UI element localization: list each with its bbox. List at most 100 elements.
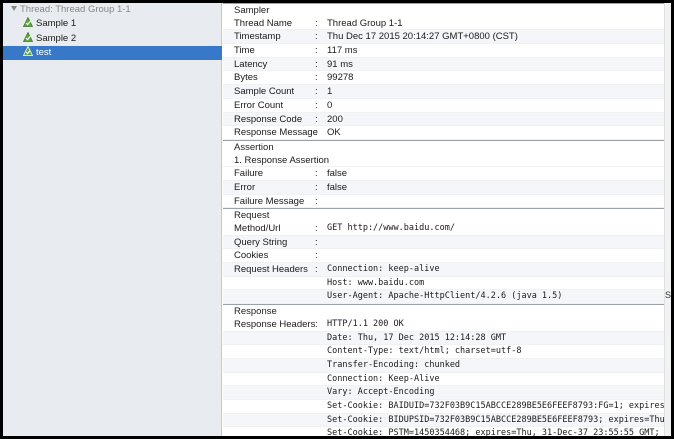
row-key: Failure [234, 168, 264, 180]
row-separator: : [315, 99, 318, 111]
row-value: false [327, 181, 348, 193]
row-value: Date: Thu, 17 Dec 2015 12:14:28 GMT [327, 332, 507, 343]
stray-character: S [665, 290, 671, 300]
row-key: Sample Count [234, 86, 295, 98]
section-request: Request [223, 208, 671, 222]
row-key: Request Headers [234, 264, 308, 276]
row-value: 117 ms [327, 45, 358, 57]
row-separator: : [315, 318, 318, 330]
success-icon [23, 17, 33, 27]
result-row: Response Code:200 [223, 112, 671, 127]
result-row: Transfer-Encoding: chunked [223, 358, 671, 373]
section-response: Response [223, 304, 671, 318]
row-value: GET http://www.baidu.com/ [327, 223, 455, 233]
result-row: Error: false [223, 180, 671, 195]
row-value: Thu Dec 17 2015 20:14:27 GMT+0800 (CST) [327, 31, 518, 43]
result-row: Error Count:0 [223, 99, 671, 113]
result-row: User-Agent: Apache-HttpClient/4.2.6 (jav… [223, 290, 671, 305]
row-value: 0 [327, 99, 333, 111]
row-value: Connection: Keep-Alive [327, 373, 440, 384]
result-row: Failure Message: [223, 195, 671, 209]
row-separator: : [315, 58, 318, 70]
row-value: Content-Type: text/html; charset=utf-8 [327, 346, 522, 357]
row-value: false [327, 168, 348, 180]
row-value: 200 [327, 113, 343, 125]
row-key: Thread Name [234, 17, 293, 29]
row-key: Error Count [234, 99, 284, 111]
row-value: Transfer-Encoding: chunked [327, 359, 461, 370]
row-separator: : [315, 264, 318, 276]
row-value: Set-Cookie: BIDUPSID=732F03B9C15ABCCE289… [327, 414, 665, 425]
result-row: Query String: [223, 235, 671, 250]
row-key: Response Headers [234, 318, 316, 330]
success-icon [23, 32, 33, 42]
row-key: Method/Url [234, 223, 281, 234]
assertion-name-row: 1. Response Assertion [223, 154, 671, 168]
row-key: Timestamp [234, 31, 281, 43]
row-value: Thread Group 1-1 [327, 17, 403, 29]
row-separator: : [315, 250, 318, 262]
results-tree[interactable]: Thread: Thread Group 1-1 Sample 1 Sample… [3, 3, 222, 436]
tree-root[interactable]: Thread: Thread Group 1-1 [3, 3, 222, 17]
result-row: Thread Name: Thread Group 1-1 [223, 17, 671, 31]
window-frame: Thread: Thread Group 1-1 Sample 1 Sample… [3, 3, 671, 436]
row-separator: : [315, 17, 318, 29]
row-separator: : [315, 181, 318, 193]
result-row: Vary: Accept-Encoding [223, 386, 671, 400]
result-row: Response Message: OK [223, 126, 671, 140]
row-value: 1 [327, 86, 333, 98]
row-separator: : [315, 113, 318, 125]
result-row: Content-Type: text/html; charset=utf-8 [223, 345, 671, 359]
row-value: OK [327, 127, 341, 139]
row-separator: : [315, 45, 318, 57]
row-separator: : [315, 72, 318, 84]
result-row: Cookies: [223, 249, 671, 264]
tree-item-test[interactable]: test [3, 46, 222, 60]
result-row: Connection: Keep-Alive [223, 373, 671, 387]
row-value: Host: www.baidu.com [327, 277, 425, 288]
row-key: Bytes [234, 72, 258, 84]
row-value: 91 ms [327, 58, 353, 70]
tree-item-label: Sample 1 [36, 18, 77, 29]
result-row: Latency:91 ms [223, 57, 671, 72]
tree-item-sample-2[interactable]: Sample 2 [3, 32, 222, 46]
tree-root-label: Thread: Thread Group 1-1 [20, 4, 131, 15]
expand-triangle-icon[interactable] [11, 6, 17, 11]
row-value: HTTP/1.1 200 OK [327, 318, 404, 329]
row-key: Cookies [234, 250, 269, 262]
row-separator: : [315, 195, 318, 207]
row-separator: : [315, 127, 318, 139]
result-row: Sample Count:1 [223, 85, 671, 99]
result-row: Method/Url: GET http://www.baidu.com/ [223, 222, 671, 236]
result-row: Set-Cookie: BAIDUID=732F03B9C15ABCCE289B… [223, 400, 671, 414]
row-separator: : [315, 168, 318, 180]
result-row: Failure: false [223, 167, 671, 181]
result-row: Timestamp: Thu Dec 17 2015 20:14:27 GMT+0… [223, 30, 671, 45]
result-row: Response Headers: HTTP/1.1 200 OK [223, 318, 671, 332]
tree-item-sample-1[interactable]: Sample 1 [3, 17, 222, 31]
row-value: Connection: keep-alive [327, 264, 440, 275]
tree-item-label: test [36, 47, 52, 58]
vertical-scrollbar[interactable] [664, 3, 671, 436]
section-sampler: Sampler [223, 3, 671, 17]
row-value: Set-Cookie: BAIDUID=732F03B9C15ABCCE289B… [327, 400, 665, 411]
row-key: Failure Message [234, 195, 305, 207]
row-value: Vary: Accept-Encoding [327, 387, 435, 398]
assertion-name: 1. Response Assertion [234, 154, 330, 166]
row-value: User-Agent: Apache-HttpClient/4.2.6 (jav… [327, 291, 563, 302]
result-row: Set-Cookie: BIDUPSID=732F03B9C15ABCCE289… [223, 413, 671, 428]
row-key: Latency [234, 58, 268, 70]
row-separator: : [315, 31, 318, 43]
row-key: Query String [234, 236, 288, 248]
result-row: Time:117 ms [223, 44, 671, 58]
success-icon [23, 46, 33, 56]
row-key: Response Code [234, 113, 303, 125]
row-value: Set-Cookie: PSTM=1450354468; expires=Thu… [327, 428, 660, 436]
row-key: Error [234, 181, 256, 193]
row-value: 99278 [327, 72, 354, 84]
result-row: Request Headers: Connection: keep-alive [223, 263, 671, 277]
row-key: Response Message [234, 127, 318, 139]
result-row: Set-Cookie: PSTM=1450354468; expires=Thu… [223, 427, 671, 436]
result-row: Host: www.baidu.com [223, 277, 671, 291]
sample-result-panel: Sampler Thread Name: Thread Group 1-1 Time… [223, 3, 671, 436]
